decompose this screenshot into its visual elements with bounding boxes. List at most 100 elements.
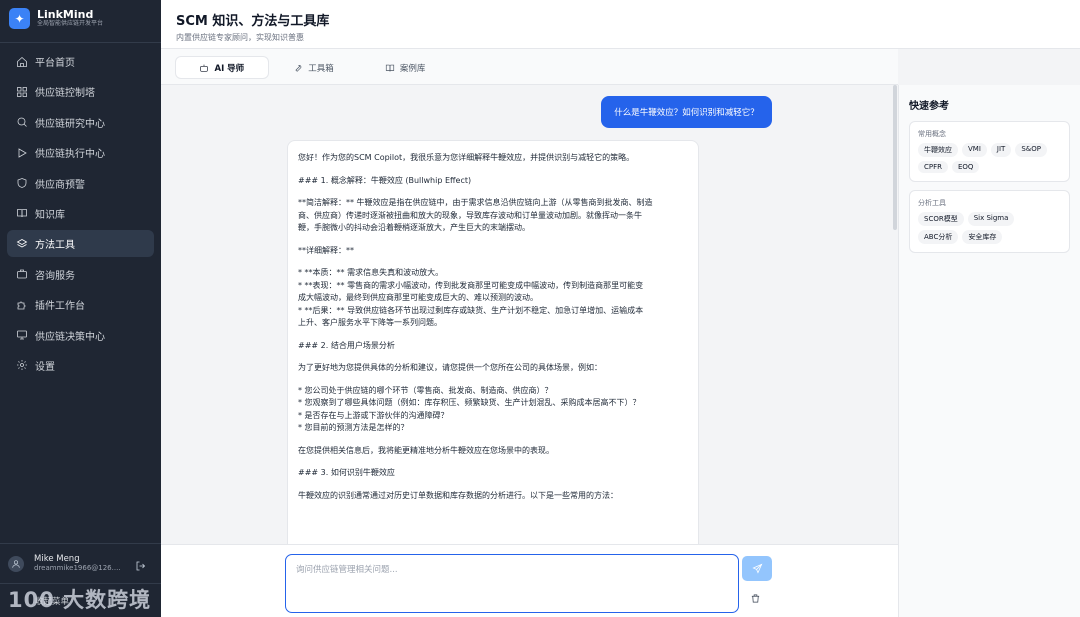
message-line: 牛鞭效应的识别通常通过对历史订单数据和库存数据的分析进行。以下是一些常用的方法： xyxy=(298,490,618,500)
gear-icon xyxy=(15,359,28,372)
play-icon xyxy=(15,146,28,159)
message-gap xyxy=(298,480,688,490)
message-line: * 您目前的预测方法是怎样的？ xyxy=(298,423,409,432)
message-gap xyxy=(298,187,688,197)
tab-list: AI 导师 工具箱 案例库 xyxy=(176,57,451,78)
chip[interactable]: JIT xyxy=(990,143,1012,157)
sidebar-item-label: 供应链执行中心 xyxy=(35,149,105,161)
message-gap xyxy=(298,235,688,245)
message-line: 为了更好地为您提供具体的分析和建议，请您提供一个您所在公司的具体场景，例如： xyxy=(298,363,602,372)
clear-button[interactable] xyxy=(748,591,762,605)
sidebar-item-label: 知识库 xyxy=(35,209,65,221)
chip[interactable]: EOQ xyxy=(952,161,980,173)
chip[interactable]: SCOR模型 xyxy=(918,212,964,226)
watermark: 100 大数跨境 xyxy=(8,588,152,612)
tabs-bar: AI 导师 工具箱 案例库 xyxy=(161,49,898,85)
sidebar-item-knowledge[interactable]: 知识库 xyxy=(7,200,154,227)
open-book-icon xyxy=(385,63,395,73)
message-line: 在您提供相关信息后，我将能更精准地分析牛鞭效应在您场景中的表现。 xyxy=(298,445,554,455)
chip[interactable]: 安全库存 xyxy=(962,230,1003,244)
trash-icon xyxy=(751,593,759,603)
message-gap xyxy=(298,257,688,267)
tab-label: 案例库 xyxy=(399,63,426,74)
sidebar-item-label: 方法工具 xyxy=(35,240,75,252)
sidebar-item-label: 平台首页 xyxy=(35,58,75,69)
ref-card-tools: 分析工具 SCOR模型 Six Sigma ABC分析 安全库存 xyxy=(909,190,1070,253)
sidebar-nav: 平台首页 供应链控制塔 供应链研究中心 供应链执行中心 供应商预警 知识库 方法… xyxy=(0,43,161,379)
logout-icon[interactable] xyxy=(135,557,147,571)
chat-input[interactable]: 询问供应链管理相关问题... xyxy=(285,554,739,613)
message-gap xyxy=(298,457,688,467)
tab-toolbox[interactable]: 工具箱 xyxy=(268,57,360,78)
message-line: 鞭，手腕微小的抖动会沿着鞭梢逐渐放大，产生巨大的末端摆动。 xyxy=(298,223,530,232)
message-line: 上升、客户服务水平下降等一系列问题。 xyxy=(298,318,442,327)
chip[interactable]: CPFR xyxy=(918,161,948,173)
assistant-message: 您好！作为您的SCM Copilot，我很乐意为您详细解释牛鞭效应，并提供识别与… xyxy=(287,140,699,544)
sidebar-item-supplier-alert[interactable]: 供应商预警 xyxy=(7,170,154,197)
sparkle-icon: ✦ xyxy=(9,8,30,29)
send-button[interactable] xyxy=(742,556,772,581)
search-icon xyxy=(15,116,28,129)
message-gap xyxy=(298,352,688,362)
sidebar-item-label: 咨询服务 xyxy=(35,270,75,282)
chip[interactable]: ABC分析 xyxy=(918,230,959,244)
user-email: dreammike1966@126.... xyxy=(34,564,121,573)
input-area: 询问供应链管理相关问题... xyxy=(161,544,898,617)
user-icon xyxy=(12,559,20,568)
sidebar-item-home[interactable]: 平台首页 xyxy=(7,48,154,75)
user-name: Mike Meng xyxy=(34,554,80,565)
sidebar-item-control-tower[interactable]: 供应链控制塔 xyxy=(7,78,154,105)
briefcase-icon xyxy=(15,268,28,281)
page-title: SCM 知识、方法与工具库 xyxy=(176,14,330,29)
message-line: * 您公司处于供应链的哪个环节（零售商、批发商、制造商、供应商）？ xyxy=(298,385,553,395)
panel-title: 快速参考 xyxy=(909,101,949,112)
sidebar: ✦ LinkMind 全局智能供应链开发平台 平台首页 供应链控制塔 供应链研究… xyxy=(0,0,161,617)
grid-icon xyxy=(15,85,28,98)
sidebar-item-label: 供应链决策中心 xyxy=(35,331,105,343)
monitor-icon xyxy=(15,329,28,342)
message-gap xyxy=(298,330,688,340)
message-line: * 您观察到了哪些具体问题（例如：库存积压、频繁缺货、生产计划混乱、采购成本居高… xyxy=(298,398,641,407)
message-gap xyxy=(298,165,688,175)
send-icon xyxy=(751,563,762,574)
message-line: 商、供应商）传递时逐渐被扭曲和放大的现象，导致库存波动和订单量波动加剧。就像挥动… xyxy=(298,210,642,220)
message-gap xyxy=(298,435,688,445)
scrollbar[interactable] xyxy=(893,85,897,230)
chip[interactable]: VMI xyxy=(962,143,987,157)
wrench-icon xyxy=(293,63,303,73)
sidebar-item-settings[interactable]: 设置 xyxy=(7,352,154,379)
ref-card-title: 常用概念 xyxy=(918,130,946,138)
sidebar-item-methods[interactable]: 方法工具 xyxy=(7,230,154,258)
message-gap xyxy=(298,375,688,385)
book-icon xyxy=(15,207,28,220)
tab-label: 工具箱 xyxy=(308,63,334,74)
layers-icon xyxy=(15,237,28,250)
puzzle-icon xyxy=(15,298,28,311)
chip[interactable]: Six Sigma xyxy=(967,212,1015,226)
chip[interactable]: S&OP xyxy=(1015,143,1047,157)
ref-card-concepts: 常用概念 牛鞭效应 VMI JIT S&OP CPFR EOQ xyxy=(909,121,1070,182)
tab-case-library[interactable]: 案例库 xyxy=(359,57,451,78)
shield-icon xyxy=(15,177,28,190)
brand-tagline: 全局智能供应链开发平台 xyxy=(37,20,104,28)
message-line: * 是否存在与上游或下游伙伴的沟通障碍？ xyxy=(298,410,449,420)
ref-card-title: 分析工具 xyxy=(918,199,946,207)
brand[interactable]: ✦ LinkMind 全局智能供应链开发平台 xyxy=(0,0,161,37)
sidebar-item-label: 供应商预警 xyxy=(35,179,85,191)
message-line: * **本质：** 需求信息失真和波动放大。 xyxy=(298,268,444,277)
message-line: **详细解释：** xyxy=(298,245,354,255)
sidebar-item-plugins[interactable]: 插件工作台 xyxy=(7,291,154,318)
sidebar-item-execution[interactable]: 供应链执行中心 xyxy=(7,139,154,166)
message-line: 成大幅波动，最终到供应商那里可能变成巨大的、难以预测的波动。 xyxy=(298,293,538,302)
sidebar-item-decision[interactable]: 供应链决策中心 xyxy=(7,322,154,349)
sidebar-item-consulting[interactable]: 咨询服务 xyxy=(7,261,154,288)
message-line: * **表现：** 零售商的需求小幅波动，传到批发商那里可能变成中幅波动，传到制… xyxy=(298,280,644,290)
sidebar-item-research[interactable]: 供应链研究中心 xyxy=(7,109,154,136)
avatar xyxy=(8,555,24,572)
user-profile[interactable]: Mike Meng dreammike1966@126.... xyxy=(0,543,161,583)
chip[interactable]: 牛鞭效应 xyxy=(918,143,958,157)
tab-ai-tutor[interactable]: AI 导师 xyxy=(176,57,268,78)
chat-area[interactable]: 什么是牛鞭效应？如何识别和减轻它？ 您好！作为您的SCM Copilot，我很乐… xyxy=(161,85,898,544)
home-icon xyxy=(15,55,28,68)
sidebar-item-label: 插件工作台 xyxy=(35,301,85,313)
